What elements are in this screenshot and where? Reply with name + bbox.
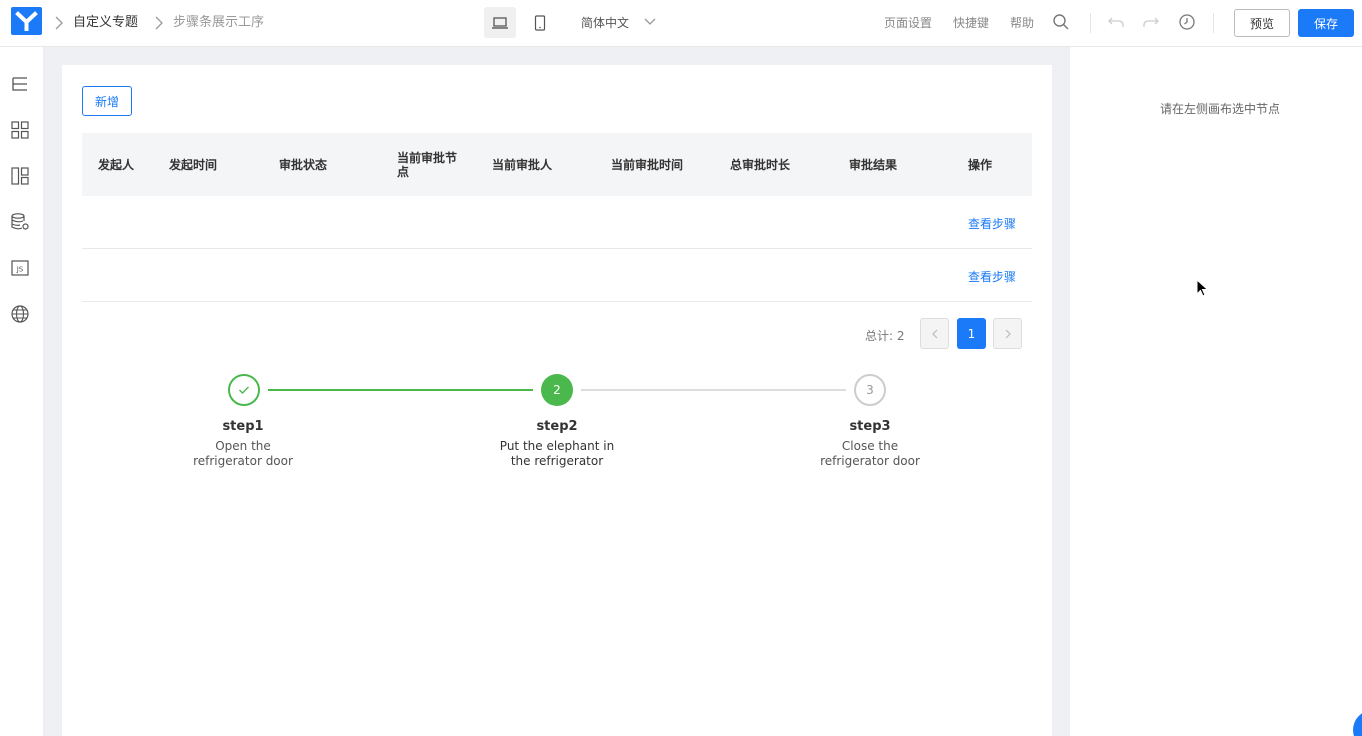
column-header: 总审批时长	[730, 157, 791, 172]
desktop-view-button[interactable]	[484, 7, 516, 38]
undo-icon[interactable]	[1107, 13, 1125, 31]
column-header: 发起人	[98, 157, 135, 172]
app-logo[interactable]	[11, 7, 42, 35]
step-3-indicator: 3	[854, 374, 886, 406]
step-3-description: Close the refrigerator door	[820, 439, 920, 468]
page-settings-link[interactable]: 页面设置	[884, 14, 932, 32]
divider	[1090, 13, 1091, 33]
step-connector-pending	[581, 389, 846, 391]
column-header: 审批状态	[279, 157, 328, 172]
view-steps-link[interactable]: 查看步骤	[968, 268, 1016, 285]
globe-icon[interactable]	[10, 304, 30, 324]
language-select[interactable]: 简体中文	[581, 14, 629, 32]
column-header: 审批结果	[849, 157, 898, 172]
shortcuts-link[interactable]: 快捷键	[953, 14, 989, 32]
view-steps-link[interactable]: 查看步骤	[968, 215, 1016, 232]
left-sidebar: JS	[0, 47, 44, 736]
column-header: 当前审批人	[492, 157, 553, 172]
breadcrumb-page[interactable]: 步骤条展示工序	[173, 14, 264, 32]
svg-text:JS: JS	[16, 266, 24, 274]
table-row: 查看步骤	[82, 249, 1032, 302]
column-header: 当前审批节点	[397, 150, 458, 179]
step-1-description: Open the refrigerator door	[193, 439, 293, 468]
select-node-tip: 请在左侧画布选中节点	[1159, 102, 1280, 116]
design-canvas: 新增 发起人 发起时间 审批状态 当前审批节点 当前审批人 当前审批时间 总审批…	[44, 47, 1070, 736]
mobile-icon	[534, 14, 546, 31]
page-container: 新增 发起人 发起时间 审批状态 当前审批节点 当前审批人 当前审批时间 总审批…	[62, 65, 1052, 736]
check-icon	[239, 386, 249, 394]
js-code-icon[interactable]: JS	[10, 258, 30, 278]
laptop-icon	[492, 16, 508, 29]
breadcrumb-topic[interactable]: 自定义专题	[73, 14, 138, 32]
chevron-down-icon[interactable]	[644, 17, 656, 27]
help-link[interactable]: 帮助	[1010, 14, 1034, 32]
table-row: 查看步骤	[82, 196, 1032, 249]
step-2-title: step2	[536, 419, 578, 434]
pagination-total: 总计: 2	[865, 329, 905, 343]
outline-tree-icon[interactable]	[10, 74, 30, 94]
prev-page-button[interactable]	[920, 318, 949, 349]
page-number-button[interactable]: 1	[957, 318, 986, 349]
column-header: 操作	[968, 157, 993, 172]
step-connector-finished	[268, 389, 533, 391]
chevron-right-icon	[154, 16, 164, 30]
step-1-indicator	[228, 374, 260, 406]
layout-icon[interactable]	[10, 166, 30, 186]
step-2-description: Put the elephant in the refrigerator	[499, 439, 615, 468]
approval-table: 发起人 发起时间 审批状态 当前审批节点 当前审批人 当前审批时间 总审批时长 …	[82, 133, 1032, 302]
column-header: 当前审批时间	[611, 157, 684, 172]
add-button[interactable]: 新增	[82, 86, 132, 116]
components-grid-icon[interactable]	[10, 120, 30, 140]
top-header: 自定义专题 步骤条展示工序 简体中文 页面设置 快捷键 帮助 预览 保存	[0, 0, 1362, 47]
divider	[1213, 13, 1214, 33]
save-button[interactable]: 保存	[1298, 9, 1354, 37]
history-icon[interactable]	[1178, 13, 1196, 31]
chevron-right-icon	[1005, 329, 1011, 338]
search-icon[interactable]	[1052, 13, 1070, 31]
chevron-right-icon	[54, 16, 64, 30]
data-source-icon[interactable]	[10, 212, 30, 232]
mouse-cursor-icon	[1196, 279, 1209, 297]
chevron-left-icon	[931, 329, 937, 338]
column-header: 发起时间	[169, 157, 218, 172]
mobile-view-button[interactable]	[524, 7, 556, 38]
next-page-button[interactable]	[993, 318, 1022, 349]
table-header: 发起人 发起时间 审批状态 当前审批节点 当前审批人 当前审批时间 总审批时长 …	[82, 133, 1032, 196]
step-1-title: step1	[222, 419, 264, 434]
redo-icon[interactable]	[1142, 13, 1160, 31]
step-3-title: step3	[849, 419, 891, 434]
preview-button[interactable]: 预览	[1234, 9, 1290, 37]
properties-panel: 请在左侧画布选中节点	[1070, 47, 1362, 736]
step-2-indicator: 2	[541, 374, 573, 406]
